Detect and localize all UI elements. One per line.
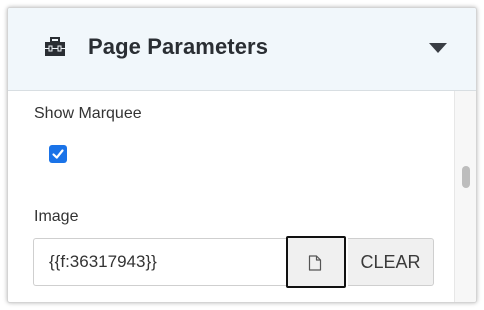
toolbox-icon bbox=[45, 37, 65, 56]
show-marquee-checkbox[interactable] bbox=[49, 145, 67, 163]
image-input[interactable] bbox=[33, 238, 286, 286]
caret-down-icon[interactable] bbox=[428, 42, 448, 54]
image-label: Image bbox=[34, 208, 79, 225]
file-icon bbox=[308, 255, 322, 271]
page-parameters-panel: Page Parameters Show Marquee Image CLEAR bbox=[7, 7, 477, 303]
scrollbar[interactable] bbox=[454, 91, 476, 302]
panel-title: Page Parameters bbox=[88, 34, 269, 59]
show-marquee-label: Show Marquee bbox=[34, 105, 142, 122]
checkmark-icon bbox=[52, 149, 64, 159]
scrollbar-thumb[interactable] bbox=[462, 166, 470, 188]
clear-button[interactable]: CLEAR bbox=[348, 238, 434, 286]
file-picker-button[interactable] bbox=[286, 236, 346, 288]
panel-header[interactable]: Page Parameters bbox=[8, 8, 476, 91]
